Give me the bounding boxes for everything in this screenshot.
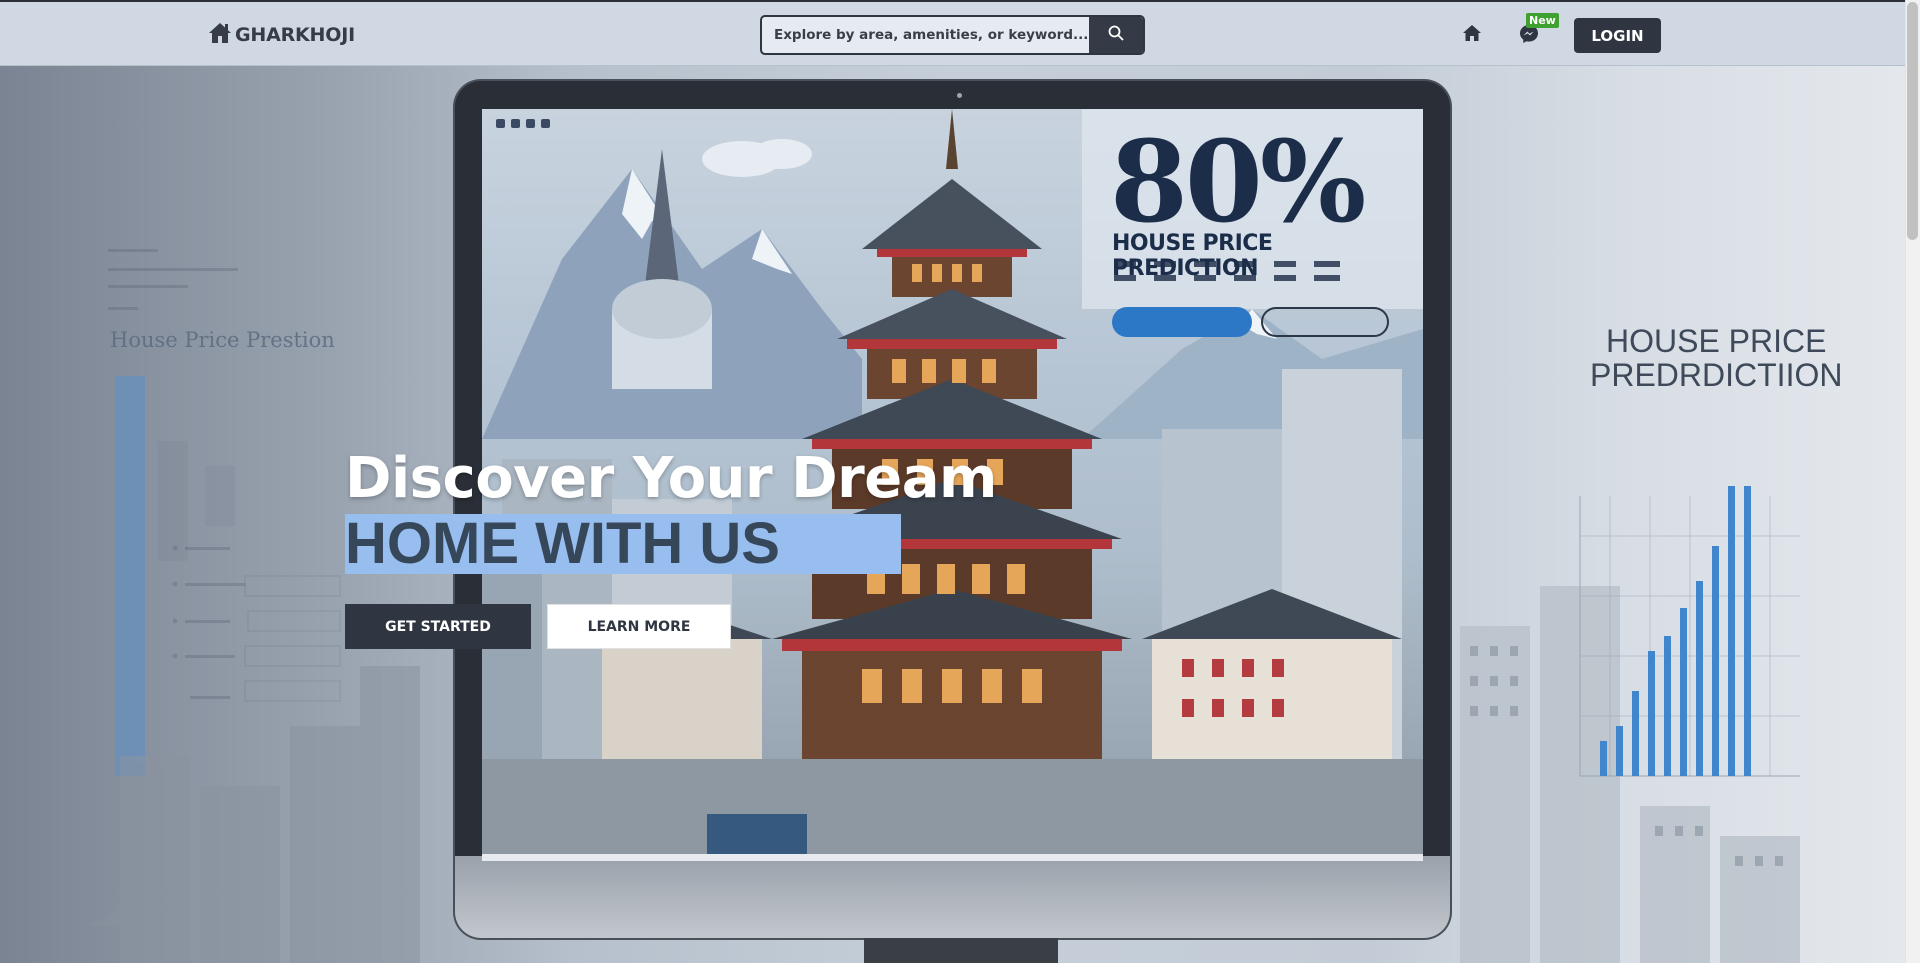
home-nav-link[interactable] <box>1462 24 1482 46</box>
camera-dot <box>957 93 962 98</box>
scrollbar-thumb[interactable] <box>1907 2 1918 240</box>
right-art-chart <box>1579 486 1800 777</box>
home-logo-icon <box>208 22 232 48</box>
search-icon <box>1108 25 1124 45</box>
left-card-title: House Price Prestion <box>110 328 335 352</box>
screen-percent: 80% <box>1110 117 1366 248</box>
home-icon <box>1462 25 1482 46</box>
navbar: GHARKHOJI New LOGIN <box>0 0 1905 66</box>
brand-logo[interactable]: GHARKHOJI <box>208 22 355 48</box>
screen-title: HOUSE PRICE PREDICTION <box>1112 231 1273 281</box>
hero-section: House Price Prestion HOUSE PRICE PREDRDI… <box>0 66 1905 963</box>
hero-background-image: House Price Prestion HOUSE PRICE PREDRDI… <box>0 66 1905 963</box>
hero-heading-line1: Discover Your Dream <box>345 446 997 511</box>
new-badge: New <box>1526 13 1559 28</box>
messenger-icon <box>1519 25 1539 48</box>
right-art-title: HOUSE PRICE PREDRDICTIION <box>1590 323 1843 393</box>
search-bar <box>760 15 1145 55</box>
search-input[interactable] <box>762 17 1090 53</box>
brand-name: GHARKHOJI <box>235 24 355 46</box>
monitor-stand <box>864 938 1058 963</box>
screen-primary-pill <box>1112 307 1252 337</box>
search-button[interactable] <box>1089 17 1143 53</box>
screen-window-dots <box>496 119 550 128</box>
page-scrollbar[interactable] <box>1905 0 1920 963</box>
get-started-button[interactable]: GET STARTED <box>345 604 531 649</box>
login-button[interactable]: LOGIN <box>1574 18 1661 53</box>
learn-more-button[interactable]: LEARN MORE <box>547 604 731 649</box>
monitor-chin <box>455 856 1450 938</box>
hero-heading-line2: HOME WITH US <box>345 514 901 574</box>
screen-secondary-pill <box>1261 307 1389 337</box>
